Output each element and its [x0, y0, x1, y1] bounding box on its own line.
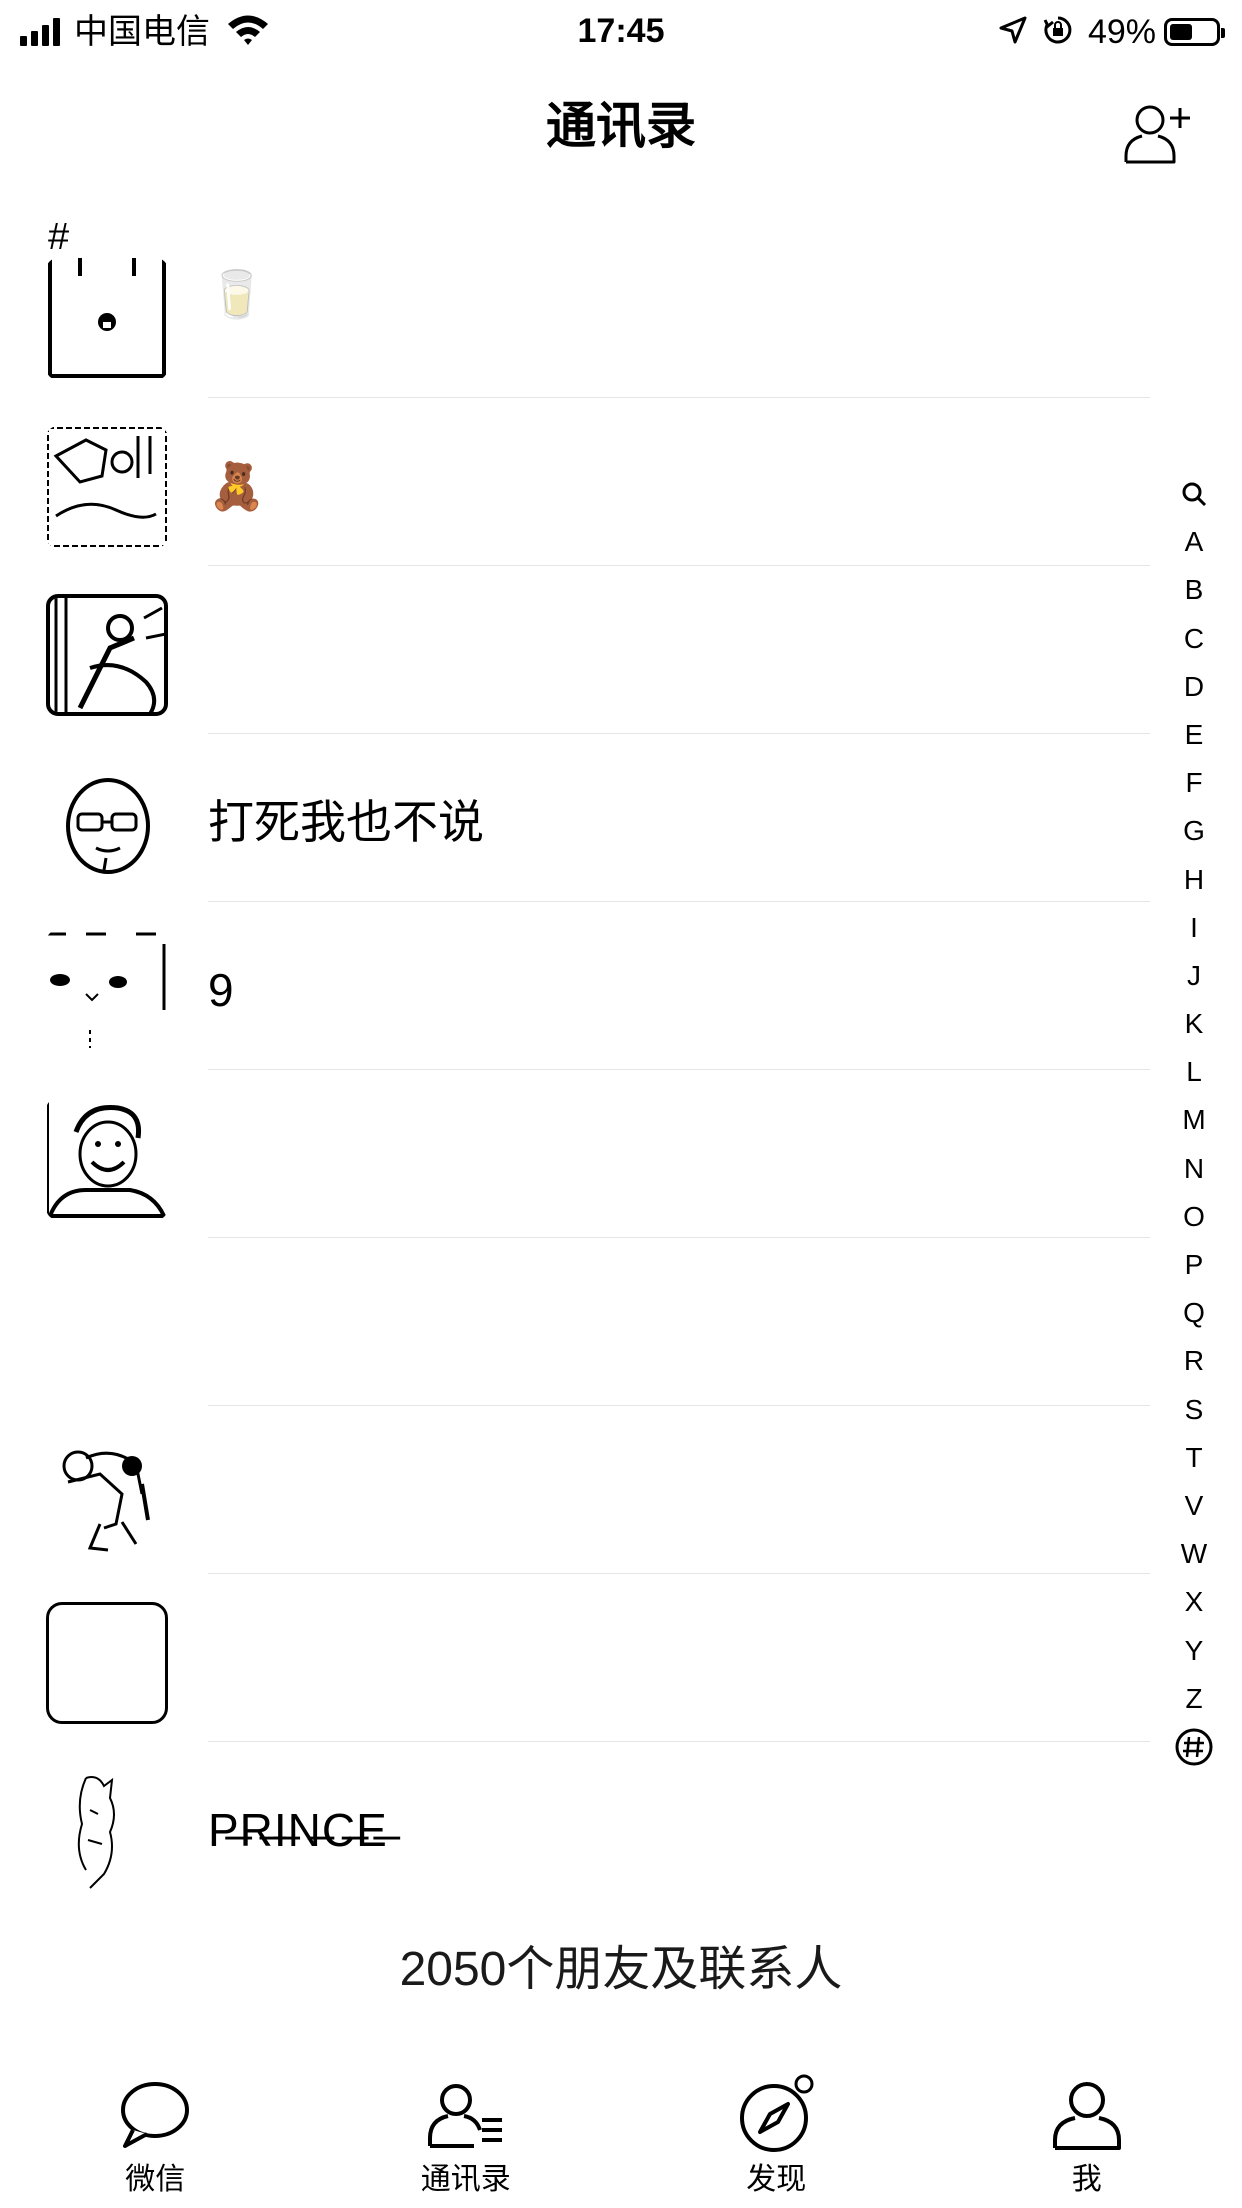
hash-circle-icon[interactable] — [1164, 1723, 1224, 1771]
contact-row[interactable] — [0, 1406, 1150, 1574]
contact-count: 2050个朋友及联系人 — [399, 1943, 843, 1996]
contact-row[interactable]: P̶R̶I̶N̶C̶E̶ — [0, 1742, 1150, 1910]
contact-name: P̶R̶I̶N̶C̶E̶ — [208, 1804, 388, 1856]
index-letter-k[interactable]: K — [1164, 1000, 1224, 1048]
tab-chats[interactable]: 微信 — [0, 2060, 311, 2208]
status-bar: 中国电信 17:45 49% — [0, 0, 1242, 62]
tab-bar: 微信 通讯录 发现 我 — [0, 2060, 1242, 2208]
index-letter-o[interactable]: O — [1164, 1193, 1224, 1241]
index-letter-i[interactable]: I — [1164, 904, 1224, 952]
contact-row[interactable] — [0, 1574, 1150, 1742]
battery-icon — [1164, 18, 1225, 46]
index-letter-h[interactable]: H — [1164, 856, 1224, 904]
cartoon-face-avatar — [46, 762, 168, 884]
photo-avatar — [46, 594, 168, 716]
tab-label: 我 — [1071, 2163, 1102, 2196]
nav-bar: 通讯录 — [0, 62, 1242, 192]
contact-row[interactable] — [0, 566, 1150, 734]
contact-row[interactable]: 🥛 — [0, 230, 1150, 398]
contact-name: 🧸 — [208, 460, 266, 512]
page-title: 通讯录 — [546, 98, 696, 154]
empty-frame-avatar — [46, 1602, 168, 1724]
index-letter-x[interactable]: X — [1164, 1578, 1224, 1626]
index-bar[interactable]: A B C D E F G H I J K L M N O P Q R S T … — [1164, 470, 1224, 1771]
index-letter-y[interactable]: Y — [1164, 1627, 1224, 1675]
contact-name: 9 — [208, 964, 234, 1016]
index-letter-p[interactable]: P — [1164, 1241, 1224, 1289]
index-letter-t[interactable]: T — [1164, 1434, 1224, 1482]
index-letter-n[interactable]: N — [1164, 1145, 1224, 1193]
index-letter-g[interactable]: G — [1164, 807, 1224, 855]
tab-discover[interactable]: 发现 — [621, 2060, 932, 2208]
orientation-lock-icon — [1042, 14, 1074, 51]
status-right: 49% — [984, 12, 1225, 52]
battery-percent: 49% — [1087, 12, 1156, 51]
index-letter-d[interactable]: D — [1164, 663, 1224, 711]
tab-label: 微信 — [125, 2163, 186, 2196]
photo-avatar — [46, 426, 168, 548]
cat-avatar — [46, 930, 168, 1052]
index-letter-l[interactable]: L — [1164, 1048, 1224, 1096]
index-letter-j[interactable]: J — [1164, 952, 1224, 1000]
contact-name: 🥛 — [208, 268, 266, 320]
contact-row[interactable] — [0, 1070, 1150, 1238]
compass-icon — [740, 2074, 814, 2152]
contact-name: 打死我也不说 — [208, 796, 484, 848]
sketch-avatar — [46, 1770, 168, 1892]
index-letter-f[interactable]: F — [1164, 759, 1224, 807]
tab-label: 通讯录 — [420, 2163, 511, 2196]
contact-row[interactable]: 🧸 — [0, 398, 1150, 566]
index-letter-q[interactable]: Q — [1164, 1289, 1224, 1337]
blank-avatar — [46, 1266, 168, 1388]
index-letter-s[interactable]: S — [1164, 1386, 1224, 1434]
search-icon[interactable] — [1164, 470, 1224, 518]
index-letter-z[interactable]: Z — [1164, 1675, 1224, 1723]
contact-row[interactable]: 9 — [0, 902, 1150, 1070]
index-letter-c[interactable]: C — [1164, 615, 1224, 663]
person-icon — [1052, 2082, 1121, 2150]
index-letter-e[interactable]: E — [1164, 711, 1224, 759]
drawn-box-avatar — [46, 258, 168, 380]
index-letter-b[interactable]: B — [1164, 566, 1224, 614]
index-letter-v[interactable]: V — [1164, 1482, 1224, 1530]
index-letter-r[interactable]: R — [1164, 1337, 1224, 1385]
index-letter-a[interactable]: A — [1164, 518, 1224, 566]
tab-contacts[interactable]: 通讯录 — [311, 2060, 622, 2208]
smiling-man-avatar — [46, 1098, 168, 1220]
contact-row[interactable] — [0, 1238, 1150, 1406]
index-letter-m[interactable]: M — [1164, 1096, 1224, 1144]
contact-row[interactable]: 打死我也不说 — [0, 734, 1150, 902]
cartoon-figure-avatar — [46, 1434, 168, 1556]
chat-bubble-icon — [121, 2082, 190, 2148]
index-letter-w[interactable]: W — [1164, 1530, 1224, 1578]
add-friend-icon[interactable] — [1122, 98, 1192, 168]
location-arrow-icon — [998, 15, 1028, 50]
contacts-icon — [427, 2084, 502, 2148]
tab-label: 发现 — [746, 2163, 807, 2196]
tab-me[interactable]: 我 — [932, 2060, 1242, 2208]
